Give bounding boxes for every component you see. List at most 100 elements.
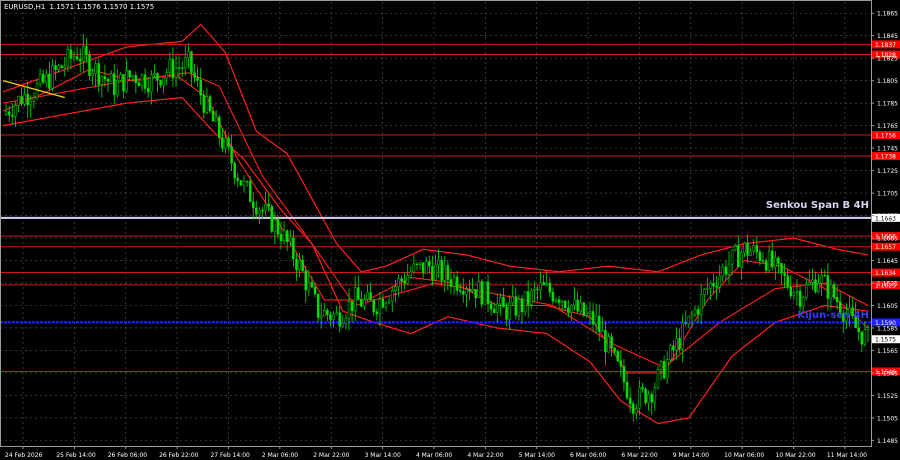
candle (32, 92, 36, 109)
candle-body (323, 309, 326, 317)
candle (109, 70, 113, 82)
candle (564, 300, 567, 311)
candle (616, 349, 620, 363)
candle-body (443, 265, 447, 281)
candle-body (625, 381, 629, 399)
candle-body (285, 230, 289, 242)
candle-body (17, 96, 20, 106)
candle-body (523, 291, 527, 312)
y-tick-label: 1.1705 (877, 191, 898, 198)
candle-body (437, 259, 440, 266)
candle-body (251, 201, 255, 209)
candle (675, 327, 678, 360)
candle-body (767, 250, 771, 271)
candle-body (97, 63, 101, 85)
candle-body (662, 361, 666, 379)
y-tick-label: 1.1605 (877, 303, 898, 310)
x-tick-label: 26 Feb 06:00 (108, 452, 148, 459)
candle (150, 70, 153, 105)
x-tick-label: 10 Mar 06:00 (724, 452, 764, 459)
y-tick-label: 1.1865 (877, 11, 898, 18)
candle-body (239, 180, 243, 186)
candle-body (520, 298, 524, 312)
candle-body (394, 286, 397, 292)
candle-body (282, 230, 286, 242)
candle-body (119, 74, 122, 81)
candle (437, 249, 440, 278)
candle (770, 241, 774, 271)
candle-body (709, 282, 712, 289)
candle-body (641, 387, 644, 390)
candle (45, 69, 48, 88)
candle (718, 264, 721, 294)
candle (323, 302, 326, 317)
candle-body (628, 397, 632, 404)
candle-body (635, 408, 638, 414)
candle (693, 305, 697, 317)
candle-body (165, 72, 168, 79)
candle (391, 286, 394, 313)
candle (832, 281, 836, 301)
candle (638, 379, 641, 416)
price-chart[interactable]: 1.18371.18281.17561.17381.16661.16571.16… (0, 0, 900, 460)
candle (159, 79, 162, 88)
candle (462, 278, 465, 303)
candle (644, 387, 647, 406)
candle-body (319, 315, 323, 318)
candle-body (168, 59, 172, 74)
candle-body (230, 146, 233, 164)
candle-body (551, 291, 555, 302)
candle (88, 50, 91, 81)
candle-body (622, 366, 626, 383)
candle (41, 69, 45, 85)
candle-body (261, 209, 264, 212)
y-tick-label: 1.1645 (877, 258, 898, 265)
candle-body (564, 300, 567, 309)
candle (103, 64, 107, 87)
candle-body (619, 360, 623, 367)
x-tick-label: 27 Feb 14:00 (210, 452, 250, 459)
candle (582, 301, 586, 317)
candle-body (570, 304, 573, 313)
candle-body (122, 74, 125, 92)
candle-body (193, 72, 196, 78)
candle-body (224, 137, 227, 149)
candle (740, 248, 743, 280)
candle-body (832, 284, 836, 298)
candle (350, 301, 354, 323)
y-tick-label: 1.1765 (877, 123, 898, 130)
candle-body (749, 251, 752, 256)
candle-body (150, 74, 153, 93)
candle (520, 294, 524, 325)
candle-body (804, 284, 808, 298)
candle-body (675, 338, 678, 351)
candle-body (421, 262, 425, 274)
candle (171, 47, 175, 87)
candle (604, 321, 607, 366)
candle-body (780, 263, 783, 274)
candle-body (4, 111, 8, 115)
candle-body (103, 76, 107, 80)
candle (669, 343, 672, 363)
candle (69, 43, 73, 70)
candle-body (353, 287, 357, 312)
candle-body (863, 329, 867, 345)
candle (468, 279, 471, 300)
candle (601, 317, 604, 332)
candle-body (678, 338, 681, 350)
candle-body (687, 315, 691, 324)
candle-body (681, 322, 684, 350)
candle-body (715, 286, 718, 288)
candle-body (755, 245, 759, 253)
candle-body (502, 296, 505, 308)
candle (363, 294, 366, 311)
candle (650, 391, 653, 415)
candle-body (397, 278, 400, 288)
candle-body (650, 393, 653, 403)
candle-body (214, 116, 218, 122)
y-tick-label: 1.1505 (877, 415, 898, 422)
candle (187, 43, 190, 69)
candle (496, 294, 499, 323)
candle (162, 77, 165, 94)
candle-body (112, 73, 116, 96)
